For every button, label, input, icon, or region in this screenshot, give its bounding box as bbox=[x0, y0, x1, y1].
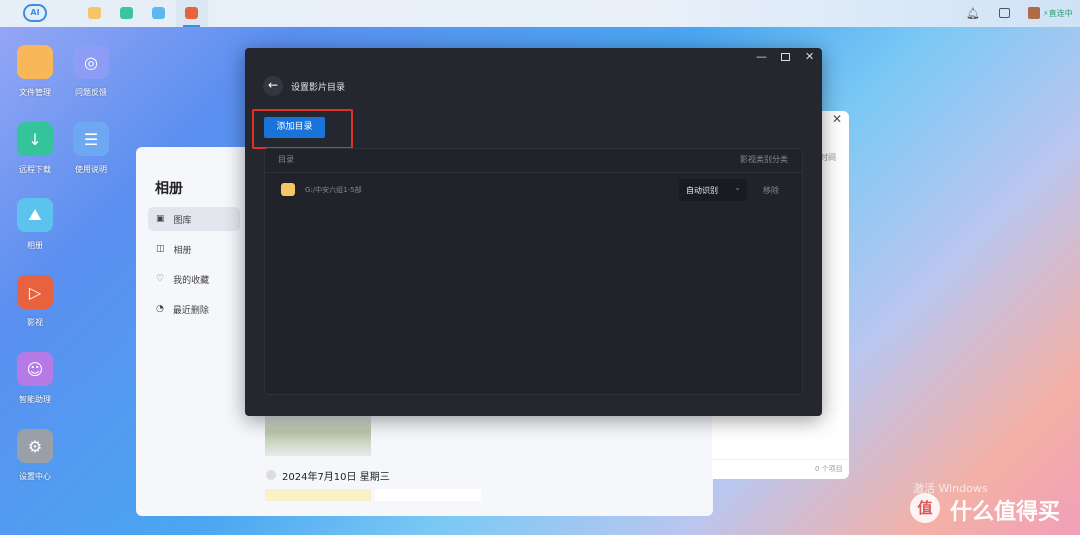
desktop-icon[interactable]: ▷ 影视 bbox=[5, 275, 65, 328]
desktop-icon[interactable]: 文件管理 bbox=[5, 45, 65, 98]
taskbar-video-icon[interactable] bbox=[185, 7, 198, 19]
chevron-down-icon: ⌄ bbox=[734, 183, 741, 192]
add-directory-button[interactable]: 添加目录 bbox=[264, 117, 325, 138]
desktop-icon-label: 影视 bbox=[27, 318, 43, 327]
status-text: 直连中 bbox=[1048, 9, 1073, 18]
app-logo[interactable]: AI bbox=[23, 4, 47, 22]
top-bar: AI 🔔︎ ⚡直连中 bbox=[0, 0, 1080, 27]
play-icon: ▷ bbox=[17, 275, 53, 309]
desktop-icon[interactable]: ⚙ 设置中心 bbox=[5, 429, 65, 482]
taskbar-files-icon[interactable] bbox=[88, 7, 101, 19]
photos-title: 相册 bbox=[155, 181, 183, 197]
minimize-button[interactable]: — bbox=[756, 50, 767, 63]
trash-clock-icon: ◔ bbox=[156, 304, 164, 314]
desktop-icon-label: 相册 bbox=[27, 241, 43, 250]
desktop-icon[interactable]: ↓ 远程下载 bbox=[5, 122, 65, 175]
taskbar-photos-icon[interactable] bbox=[152, 7, 165, 19]
remove-link[interactable]: 移除 bbox=[763, 185, 779, 196]
desktop-icon-label: 使用说明 bbox=[75, 165, 107, 174]
active-tab-indicator bbox=[183, 25, 200, 27]
date-heading: 2024年7月10日 星期三 bbox=[282, 472, 390, 483]
brand-badge: 值 bbox=[910, 493, 940, 523]
desktop-icon-label: 文件管理 bbox=[19, 88, 51, 97]
desktop-icon-label: 问题反馈 bbox=[75, 88, 107, 97]
select-circle-icon[interactable] bbox=[266, 470, 276, 480]
mail-icon[interactable] bbox=[999, 8, 1010, 18]
nav-label: 最近删除 bbox=[172, 305, 209, 316]
header-divider bbox=[265, 172, 802, 173]
image-icon: ⛰ bbox=[17, 198, 53, 232]
directory-path: G:/中安六组1-5部 bbox=[305, 186, 362, 194]
back-button[interactable]: ← bbox=[263, 76, 283, 96]
photo-thumbnail[interactable] bbox=[265, 416, 371, 456]
nav-recently-deleted[interactable]: ◔ 最近删除 bbox=[148, 297, 240, 321]
nav-gallery[interactable]: ▣ 图库 bbox=[148, 207, 240, 231]
nav-albums[interactable]: ◫ 相册 bbox=[148, 237, 240, 261]
category-value: 自动识别 bbox=[686, 186, 718, 195]
desktop-icon-label: 远程下载 bbox=[19, 165, 51, 174]
chat-bot-icon: ☺ bbox=[17, 352, 53, 386]
connection-status: ⚡直连中 bbox=[1043, 9, 1073, 18]
column-category: 影视类别分类 bbox=[740, 155, 788, 164]
nav-label: 图库 bbox=[173, 215, 192, 226]
desktop-icon[interactable]: ☰ 使用说明 bbox=[61, 122, 121, 175]
folder-icon bbox=[17, 45, 53, 79]
folder-icon bbox=[281, 183, 295, 196]
desktop-icon[interactable]: ⛰ 相册 bbox=[5, 198, 65, 251]
nav-label: 我的收藏 bbox=[173, 275, 210, 286]
headset-icon: ◎ bbox=[73, 45, 109, 79]
gear-icon: ⚙ bbox=[17, 429, 53, 463]
item-count: 0 个项目 bbox=[815, 465, 843, 473]
bell-icon[interactable]: 🔔︎ bbox=[966, 7, 980, 20]
column-directory: 目录 bbox=[278, 155, 294, 164]
maximize-button[interactable] bbox=[781, 53, 790, 61]
desktop-icon[interactable]: ◎ 问题反馈 bbox=[61, 45, 121, 98]
desktop-icon[interactable]: ☺ 智能助理 bbox=[5, 352, 65, 405]
photo-thumbnail[interactable] bbox=[375, 489, 481, 501]
image-icon: ▣ bbox=[156, 214, 165, 224]
nav-label: 相册 bbox=[173, 245, 192, 256]
photo-thumbnail[interactable] bbox=[265, 489, 371, 501]
download-icon: ↓ bbox=[17, 122, 53, 156]
document-icon: ☰ bbox=[73, 122, 109, 156]
taskbar-download-icon[interactable] bbox=[120, 7, 133, 19]
footer-divider bbox=[712, 459, 849, 460]
desktop-icon-label: 智能助理 bbox=[19, 395, 51, 404]
nav-favorites[interactable]: ♡ 我的收藏 bbox=[148, 267, 240, 291]
category-select[interactable]: 自动识别 ⌄ bbox=[679, 179, 747, 201]
desktop-icon-label: 设置中心 bbox=[19, 472, 51, 481]
brand-name: 什么值得买 bbox=[950, 500, 1061, 525]
heart-icon: ♡ bbox=[156, 274, 165, 284]
dialog-title: 设置影片目录 bbox=[291, 83, 346, 93]
album-icon: ◫ bbox=[156, 244, 165, 254]
close-button[interactable]: ✕ bbox=[805, 50, 814, 63]
avatar[interactable] bbox=[1028, 7, 1040, 19]
close-icon[interactable]: ✕ bbox=[832, 112, 842, 126]
